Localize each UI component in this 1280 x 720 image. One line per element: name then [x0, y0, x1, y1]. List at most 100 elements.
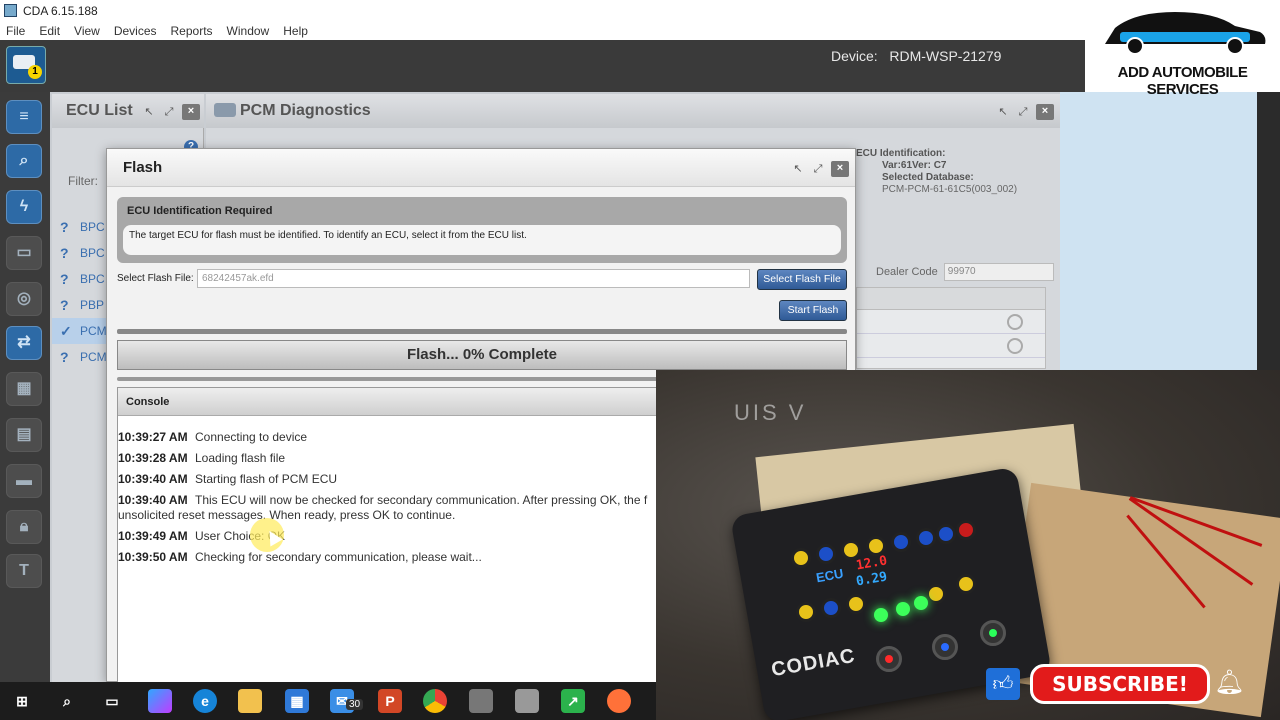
pcm-header: PCM Diagnostics ↖ ⤢ ×: [206, 94, 1060, 128]
flash-window-controls: ↖ ⤢ ×: [791, 161, 849, 177]
grid-tool-button[interactable]: ▤: [6, 418, 42, 452]
id-required-heading: ECU Identification Required: [127, 205, 273, 217]
task-view-icon[interactable]: ▭: [100, 689, 124, 713]
undock-icon[interactable]: ↖: [791, 162, 805, 176]
log-time: 10:39:50 AM: [118, 550, 188, 564]
unknown-status-icon: ?: [60, 271, 69, 287]
bell-icon[interactable]: 🔔︎: [1214, 668, 1244, 700]
sensor-tool-button[interactable]: ◎: [6, 282, 42, 316]
menu-devices[interactable]: Devices: [114, 24, 157, 38]
side-area: [1060, 92, 1257, 370]
ecu-list-title: ECU List: [66, 102, 133, 119]
like-icon[interactable]: 👍︎: [986, 668, 1020, 700]
app-icon: [4, 4, 17, 17]
grid-icon: ▤: [16, 426, 32, 443]
copilot-icon[interactable]: [148, 689, 172, 713]
subscribe-overlay: 👍︎ SUBSCRIBE! 🔔︎: [940, 646, 1280, 720]
chip-icon[interactable]: [469, 689, 493, 713]
maximize-icon[interactable]: ⤢: [1016, 105, 1030, 119]
routine-row[interactable]: [857, 310, 1045, 334]
vehicle-menu-button[interactable]: 1: [6, 46, 46, 84]
start-icon[interactable]: ⊞: [10, 689, 34, 713]
subscribe-button[interactable]: SUBSCRIBE!: [1030, 664, 1210, 704]
flash-tool-button[interactable]: ϟ: [6, 190, 42, 224]
dealer-code-field[interactable]: 99970: [943, 263, 1054, 281]
gear-icon[interactable]: [1007, 338, 1023, 354]
rx-tool-button[interactable]: ⇄: [6, 326, 42, 360]
close-icon[interactable]: ×: [182, 104, 200, 120]
lightning-icon: ϟ: [19, 198, 29, 215]
ecu-item-label: BPC: [80, 246, 105, 260]
file-explorer-icon[interactable]: [238, 689, 262, 713]
select-flash-file-label: Select Flash File:: [117, 273, 194, 284]
menu-reports[interactable]: Reports: [171, 24, 213, 38]
start-flash-button[interactable]: Start Flash: [779, 300, 847, 321]
window-tool-button[interactable]: ▦: [6, 372, 42, 406]
photo-background-text: UIS V: [734, 400, 807, 425]
log-text: Connecting to device: [195, 430, 308, 444]
log-line: 10:39:28 AM Loading flash file: [118, 451, 285, 465]
car-list-button[interactable]: ▬: [6, 464, 42, 498]
edge-icon[interactable]: e: [193, 689, 217, 713]
firefox-icon[interactable]: [607, 689, 631, 713]
close-icon[interactable]: ×: [1036, 104, 1054, 120]
banana-socket: [816, 544, 836, 564]
taskbar: ⊞ ⌕ ▭ e ▦ ✉ 30 P ↗: [0, 682, 656, 720]
text-tool-button[interactable]: T: [6, 554, 42, 588]
ecu-item-label: PCM: [80, 324, 107, 338]
lock-icon: 🔒︎: [19, 518, 29, 535]
banana-socket: [821, 598, 841, 618]
banana-socket: [846, 594, 866, 614]
undock-icon[interactable]: ↖: [142, 105, 156, 119]
menu-tool-button[interactable]: ≡: [6, 100, 42, 134]
banana-socket: [841, 540, 861, 560]
log-text: Loading flash file: [195, 451, 286, 465]
chart-app-icon[interactable]: ↗: [561, 689, 585, 713]
powerpoint-icon[interactable]: P: [378, 689, 402, 713]
banana-socket: [796, 602, 816, 622]
var-ver: Var:61Ver: C7: [882, 160, 947, 171]
log-time: 10:39:40 AM: [118, 493, 188, 507]
windows-icon: ▦: [16, 380, 32, 397]
flash-file-field[interactable]: 68242457ak.efd: [197, 269, 750, 288]
unknown-status-icon: ?: [60, 245, 69, 261]
vehicle-tool-button[interactable]: ▭: [6, 236, 42, 270]
menu-file[interactable]: File: [6, 24, 25, 38]
select-flash-file-button[interactable]: Select Flash File: [757, 269, 847, 290]
dealer-code-label: Dealer Code: [876, 266, 938, 278]
selected-database-value: PCM-PCM-61-61C5(003_002): [882, 184, 1018, 195]
car-logo-icon: [1105, 12, 1266, 55]
transfer-icon: ⇄: [17, 334, 31, 351]
close-icon[interactable]: ×: [831, 161, 849, 177]
unknown-status-icon: ?: [60, 219, 69, 235]
routine-row[interactable]: [857, 334, 1045, 358]
unknown-status-icon: ?: [60, 349, 69, 365]
log-time: 10:39:28 AM: [118, 451, 188, 465]
log-text: Starting flash of PCM ECU: [195, 472, 338, 486]
maximize-icon[interactable]: ⤢: [162, 105, 176, 119]
mail-count-badge: 30: [346, 699, 364, 710]
app-icon[interactable]: [515, 689, 539, 713]
menu-help[interactable]: Help: [283, 24, 308, 38]
channel-logo: ADD AUTOMOBILE SERVICES: [1085, 0, 1280, 98]
vehicle-scan-button[interactable]: ⌕: [6, 144, 42, 178]
undock-icon[interactable]: ↖: [996, 105, 1010, 119]
menu-view[interactable]: View: [74, 24, 100, 38]
car-icon: ▭: [16, 244, 32, 261]
gear-icon[interactable]: [1007, 314, 1023, 330]
banana-socket: [791, 548, 811, 568]
store-icon[interactable]: ▦: [285, 689, 309, 713]
security-tool-button[interactable]: 🔒︎: [6, 510, 42, 544]
app-header: Device: RDM-WSP-21279: [0, 40, 1085, 92]
chrome-icon[interactable]: [423, 689, 447, 713]
banana-socket: [891, 532, 911, 552]
device-value: RDM-WSP-21279: [889, 48, 1002, 64]
menu-window[interactable]: Window: [227, 24, 270, 38]
wifi-car-icon: ◎: [17, 290, 31, 307]
menu-edit[interactable]: Edit: [39, 24, 60, 38]
maximize-icon[interactable]: ⤢: [811, 162, 825, 176]
filter-label: Filter:: [68, 174, 98, 188]
selected-database-label: Selected Database:: [882, 172, 974, 183]
menu-bar: File Edit View Devices Reports Window He…: [0, 21, 1085, 40]
search-icon[interactable]: ⌕: [55, 689, 79, 713]
